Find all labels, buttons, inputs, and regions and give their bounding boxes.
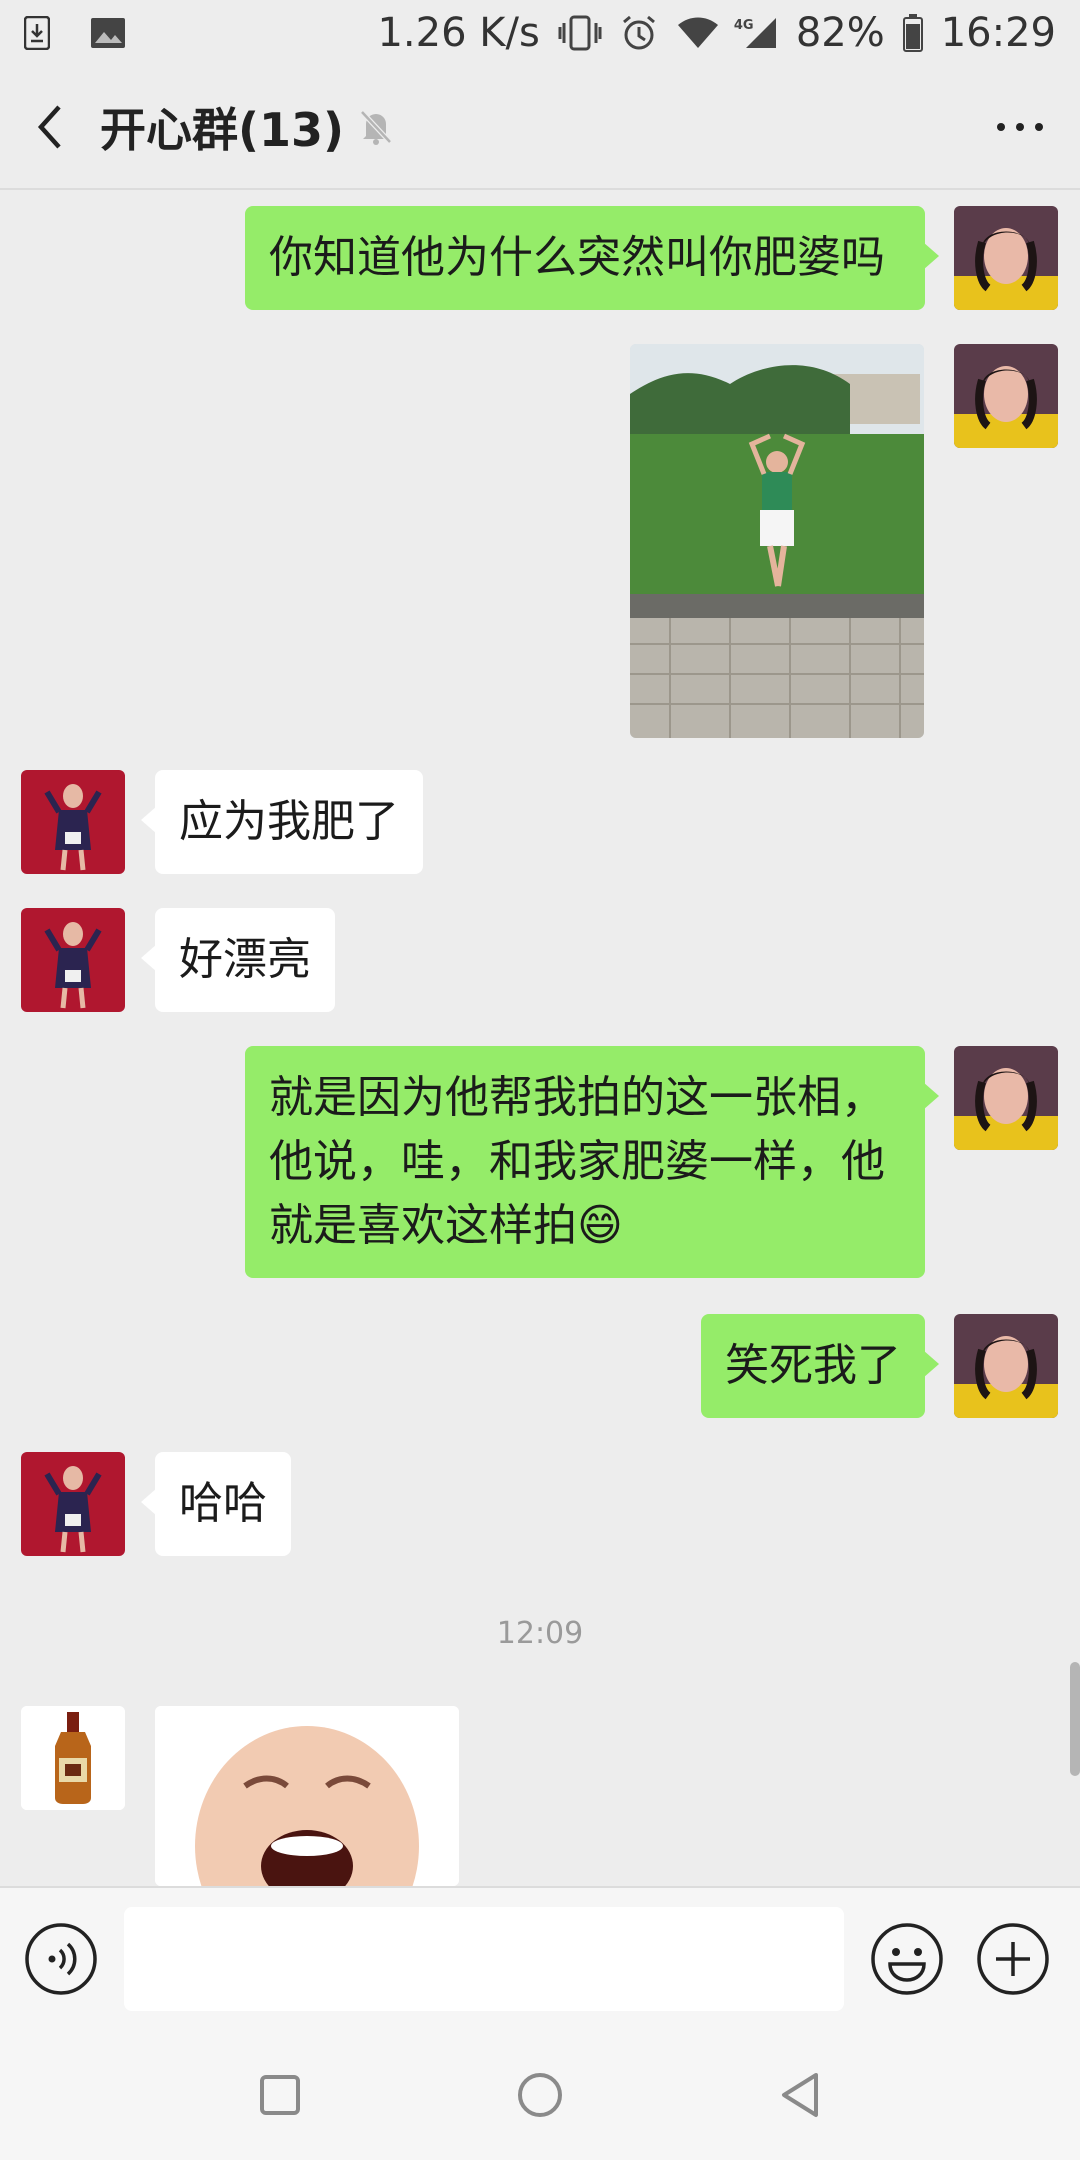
message-text-line: 他说，哇，和我家肥婆一样，他 [269, 1136, 885, 1187]
wifi-icon [676, 16, 720, 50]
time-divider: 12:09 [496, 1616, 584, 1651]
voice-button[interactable] [24, 1922, 98, 1996]
message-list[interactable]: 你知道他为什么突然叫你肥婆吗 应为我肥了 好漂亮 就是因为他帮我拍的这一张相， [0, 190, 1080, 1886]
message-text-line: 就是喜欢这样拍 [269, 1200, 577, 1251]
contact-avatar[interactable] [21, 1706, 125, 1810]
chat-title: 开心群(13) [100, 103, 345, 157]
message-bubble[interactable]: 笑死我了 [701, 1314, 939, 1418]
network-speed: 1.26 K/s [377, 10, 540, 56]
plus-icon [977, 1923, 1049, 1995]
home-button[interactable] [500, 2055, 580, 2135]
system-nav-bar [0, 2030, 1080, 2160]
recents-icon [260, 2075, 300, 2115]
clock: 16:29 [940, 10, 1056, 56]
message-bubble[interactable]: 你知道他为什么突然叫你肥婆吗 [245, 206, 939, 310]
my-avatar[interactable] [954, 1046, 1058, 1150]
more-dots-icon [997, 123, 1043, 131]
battery-icon [902, 14, 923, 52]
back-nav-button[interactable] [760, 2055, 840, 2135]
emoji-button[interactable] [870, 1922, 944, 1996]
back-nav-icon [782, 2073, 818, 2117]
contact-avatar[interactable] [21, 770, 125, 874]
my-avatar[interactable] [954, 344, 1058, 448]
my-avatar[interactable] [954, 206, 1058, 310]
battery-percent: 82% [795, 10, 885, 56]
message-text: 笑死我了 [725, 1340, 901, 1391]
network-type: 4G [733, 18, 754, 33]
message-bubble[interactable]: 应为我肥了 [141, 770, 423, 874]
mute-bell-icon [358, 108, 394, 146]
message-text: 好漂亮 [179, 934, 311, 985]
message-text: 应为我肥了 [179, 796, 399, 847]
more-options-button[interactable] [960, 65, 1080, 189]
voice-icon [25, 1923, 97, 1995]
message-bubble[interactable]: 就是因为他帮我拍的这一张相， 他说，哇，和我家肥婆一样，他 就是喜欢这样拍😄 [245, 1046, 939, 1278]
my-avatar[interactable] [954, 1314, 1058, 1418]
gallery-icon [90, 17, 126, 49]
vibrate-icon [558, 15, 602, 51]
emoji-icon [871, 1923, 943, 1995]
sticker-message[interactable] [155, 1706, 459, 1886]
input-bar [0, 1886, 1080, 2030]
chat-screen: 1.26 K/s 4G 82% 16:29 开心群(13) 你知道他为什么突然叫… [0, 0, 1080, 2160]
signal-icon: 4G [734, 16, 778, 50]
message-bubble[interactable]: 哈哈 [141, 1452, 291, 1556]
recents-button[interactable] [240, 2055, 320, 2135]
message-text: 你知道他为什么突然叫你肥婆吗 [269, 232, 885, 283]
alarm-icon [620, 14, 658, 52]
contact-avatar[interactable] [21, 908, 125, 1012]
scroll-indicator[interactable] [1070, 1662, 1080, 1776]
back-arrow-icon [37, 105, 61, 149]
photo-message[interactable] [630, 344, 924, 738]
message-text: 哈哈 [179, 1478, 267, 1529]
home-icon [518, 2073, 562, 2117]
message-text-line: 就是因为他帮我拍的这一张相， [269, 1072, 885, 1123]
message-bubble[interactable]: 好漂亮 [141, 908, 335, 1012]
download-icon [24, 16, 50, 50]
chat-header: 开心群(13) [0, 66, 1080, 190]
message-input[interactable] [124, 1907, 844, 2011]
status-bar: 1.26 K/s 4G 82% 16:29 [0, 0, 1080, 66]
back-button[interactable] [0, 65, 100, 189]
grin-emoji: 😄 [577, 1200, 623, 1251]
contact-avatar[interactable] [21, 1452, 125, 1556]
more-functions-button[interactable] [976, 1922, 1050, 1996]
